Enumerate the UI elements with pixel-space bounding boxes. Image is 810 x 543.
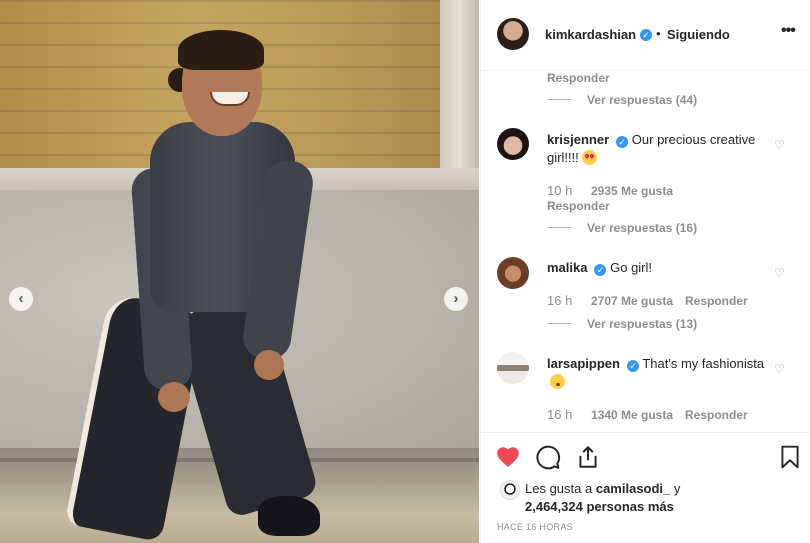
next-photo-button[interactable]: › xyxy=(444,287,468,311)
avatar[interactable] xyxy=(497,257,529,289)
like-comment-heart-icon[interactable]: ♡ xyxy=(774,363,786,375)
comment-body: Go girl! xyxy=(610,260,653,275)
kissing-face-emoji-icon xyxy=(550,374,565,389)
child-shoe xyxy=(258,496,320,536)
like-comment-heart-icon[interactable]: ♡ xyxy=(774,267,786,279)
child-right-hand xyxy=(254,350,284,380)
comment-like-count[interactable]: 1340 Me gusta xyxy=(591,408,673,422)
child-left-hand xyxy=(158,382,190,412)
comment-body: That's my fashionista xyxy=(642,356,765,371)
avatar[interactable] xyxy=(497,18,529,50)
heart-eyes-emoji-icon xyxy=(581,150,597,165)
avatar[interactable] xyxy=(500,480,520,500)
comment-username[interactable]: krisjenner xyxy=(547,132,609,147)
verified-badge-icon: ✓ xyxy=(626,360,639,372)
reply-button[interactable]: Responder xyxy=(547,71,610,85)
comment-text: malika ✓ Go girl! xyxy=(547,259,769,277)
post-side-panel: kimkardashian ✓ • Siguiendo ••• Responde… xyxy=(480,0,810,543)
view-replies-link[interactable]: Ver respuestas (44) xyxy=(587,93,697,107)
likes-count[interactable]: 2,464,324 personas más xyxy=(525,499,674,514)
comment-username[interactable]: larsapippen xyxy=(547,356,620,371)
replies-divider xyxy=(547,227,571,228)
verified-badge-icon: ✓ xyxy=(616,136,629,148)
replies-divider xyxy=(547,323,571,324)
likes-prefix: Les gusta a xyxy=(525,481,593,496)
comment-username[interactable]: malika xyxy=(547,260,587,275)
likes-joiner: y xyxy=(673,481,681,496)
reply-button[interactable]: Responder xyxy=(685,408,748,422)
photo-background-pillar xyxy=(440,0,479,190)
post-timestamp[interactable]: HACE 16 HORAS xyxy=(497,522,573,532)
verified-badge-icon: ✓ xyxy=(594,264,607,276)
likes-summary: Les gusta a camilasodi_ y 2,464,324 pers… xyxy=(525,480,775,516)
reply-button[interactable]: Responder xyxy=(685,294,748,308)
author-username[interactable]: kimkardashian xyxy=(545,27,636,42)
avatar[interactable] xyxy=(497,128,529,160)
comment-time: 16 h xyxy=(547,293,573,308)
header-separator: • xyxy=(656,26,661,41)
avatar[interactable] xyxy=(497,352,529,384)
comment-like-count[interactable]: 2707 Me gusta xyxy=(591,294,673,308)
like-comment-heart-icon[interactable]: ♡ xyxy=(774,139,786,151)
previous-photo-button[interactable]: ‹ xyxy=(9,287,33,311)
comment-like-count[interactable]: 2935 Me gusta xyxy=(591,184,673,198)
post-actions: Les gusta a camilasodi_ y 2,464,324 pers… xyxy=(481,432,810,543)
comment-text: krisjenner ✓ Our precious creative girl!!… xyxy=(547,131,769,167)
reply-button[interactable]: Responder xyxy=(547,199,610,213)
liked-by-username[interactable]: camilasodi_ xyxy=(596,481,670,496)
child-hair xyxy=(178,30,264,70)
chevron-right-icon: › xyxy=(453,290,459,307)
view-replies-link[interactable]: Ver respuestas (16) xyxy=(587,221,697,235)
save-bookmark-icon[interactable] xyxy=(777,444,803,470)
comment-bubble-icon[interactable] xyxy=(535,444,561,470)
comment-time: 10 h xyxy=(547,183,573,198)
verified-badge-icon: ✓ xyxy=(640,29,652,41)
following-button[interactable]: Siguiendo xyxy=(667,27,730,42)
like-heart-icon[interactable] xyxy=(495,444,521,470)
replies-divider xyxy=(547,99,571,100)
post-header: kimkardashian ✓ • Siguiendo ••• xyxy=(481,0,810,71)
comment-text: larsapippen ✓ That's my fashionista xyxy=(547,355,769,391)
comment-time: 16 h xyxy=(547,407,573,422)
post-photo[interactable]: ‹ › xyxy=(0,0,479,543)
view-replies-link[interactable]: Ver respuestas (13) xyxy=(587,317,697,331)
more-options-icon[interactable]: ••• xyxy=(781,22,796,40)
chevron-left-icon: ‹ xyxy=(18,290,24,307)
share-icon[interactable] xyxy=(575,444,601,470)
